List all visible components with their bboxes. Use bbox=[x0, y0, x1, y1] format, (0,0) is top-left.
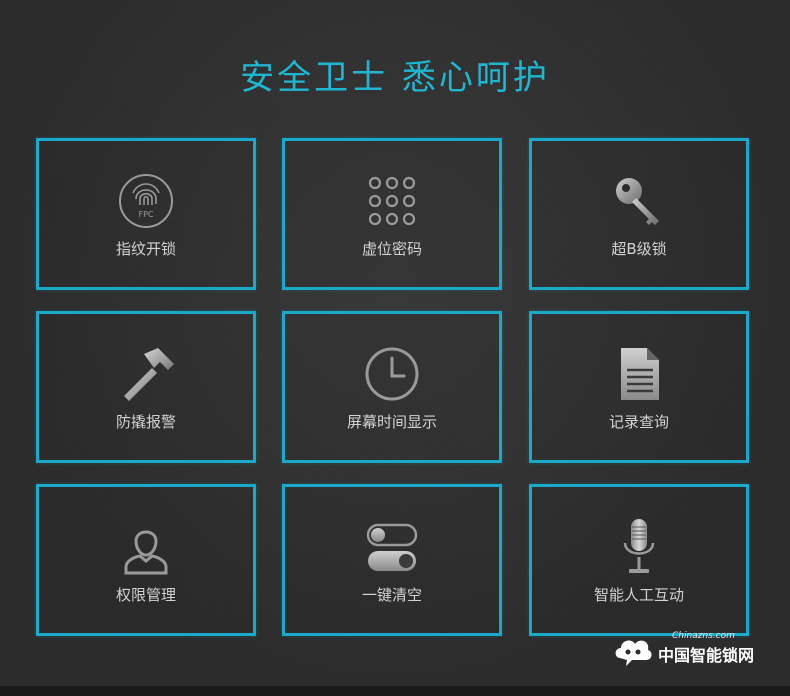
feature-card-permission: 权限管理 bbox=[36, 484, 256, 636]
user-icon bbox=[116, 517, 176, 577]
feature-card-one-key-clear: 一键清空 bbox=[282, 484, 502, 636]
clock-icon bbox=[362, 344, 422, 404]
feature-label: 屏幕时间显示 bbox=[346, 413, 437, 431]
feature-label: 权限管理 bbox=[115, 586, 176, 604]
microphone-icon bbox=[609, 517, 669, 577]
keypad-icon bbox=[362, 171, 422, 231]
feature-card-ai-interaction: 智能人工互动 bbox=[529, 484, 749, 636]
feature-card-virtual-password: 虚位密码 bbox=[282, 138, 502, 290]
feature-card-record-query: 记录查询 bbox=[529, 311, 749, 463]
feature-card-super-b-lock: 超B级锁 bbox=[529, 138, 749, 290]
fpc-text: FPC bbox=[138, 210, 153, 219]
feature-label: 防撬报警 bbox=[115, 413, 176, 431]
feature-label: 记录查询 bbox=[608, 413, 669, 431]
feature-card-screen-time: 屏幕时间显示 bbox=[282, 311, 502, 463]
feature-card-fingerprint: FPC 指纹开锁 bbox=[36, 138, 256, 290]
hammer-icon bbox=[116, 344, 176, 404]
watermark: Chinazns.com 中国智能锁网 bbox=[612, 628, 782, 678]
feature-label: 一键清空 bbox=[361, 586, 422, 604]
feature-card-anti-pry-alarm: 防撬报警 bbox=[36, 311, 256, 463]
toggle-icon bbox=[362, 517, 422, 577]
feature-label: 智能人工互动 bbox=[593, 586, 684, 604]
feature-label: 指纹开锁 bbox=[115, 240, 176, 258]
feature-label: 虚位密码 bbox=[361, 240, 422, 258]
page-title: 安全卫士 悉心呵护 bbox=[240, 58, 550, 98]
bottom-bar bbox=[0, 686, 790, 696]
watermark-text: 中国智能锁网 bbox=[658, 646, 755, 665]
feature-label: 超B级锁 bbox=[611, 240, 667, 258]
cloud-logo-icon bbox=[612, 630, 654, 668]
fingerprint-icon: FPC bbox=[116, 171, 176, 231]
key-icon bbox=[609, 171, 669, 231]
document-icon bbox=[609, 344, 669, 404]
watermark-domain: Chinazns.com bbox=[672, 631, 735, 641]
